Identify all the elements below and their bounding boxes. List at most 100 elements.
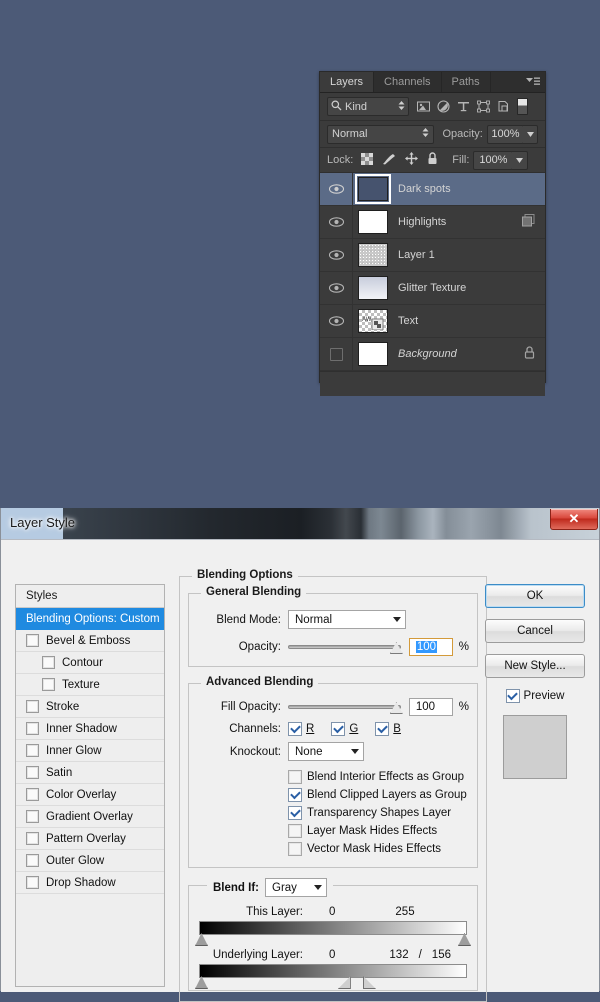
page-title: Layer Style (10, 515, 76, 530)
ok-button-label: OK (526, 590, 544, 602)
panel-menu-icon[interactable] (526, 76, 540, 88)
style-checkbox[interactable] (42, 656, 55, 669)
chevron-down-icon (314, 885, 322, 890)
lock-image-icon[interactable] (382, 153, 396, 168)
style-item-color-overlay[interactable]: Color Overlay (16, 784, 164, 806)
style-item-drop-shadow[interactable]: Drop Shadow (16, 872, 164, 894)
transparency-shapes-layer-checkbox[interactable] (288, 806, 302, 820)
vector-mask-hides-effects-checkbox[interactable] (288, 842, 302, 856)
layer-visibility-toggle[interactable] (320, 239, 353, 271)
tab-paths[interactable]: Paths (442, 72, 491, 92)
style-checkbox[interactable] (26, 876, 39, 889)
opacity-value[interactable]: 100% (486, 124, 525, 144)
blend-clipped-layers-checkbox[interactable] (288, 788, 302, 802)
opacity-input[interactable]: 100 (408, 638, 453, 656)
vector-mask-hides-effects-row[interactable]: Vector Mask Hides Effects (288, 841, 469, 857)
stepper-icon[interactable] (422, 127, 429, 141)
transparency-shapes-layer-row[interactable]: Transparency Shapes Layer (288, 805, 469, 821)
channel-r-checkbox[interactable] (288, 722, 302, 736)
layer-visibility-toggle[interactable] (320, 305, 353, 337)
style-checkbox[interactable] (26, 832, 39, 845)
style-checkbox[interactable] (42, 678, 55, 691)
table-row[interactable]: Layer 1 (320, 239, 545, 272)
layer-mask-hides-effects-row[interactable]: Layer Mask Hides Effects (288, 823, 469, 839)
layer-thumbnail-cell[interactable] (353, 342, 393, 366)
style-checkbox[interactable] (26, 722, 39, 735)
style-checkbox[interactable] (26, 788, 39, 801)
this-layer-high-value: 255 (395, 906, 415, 918)
style-item-inner-shadow[interactable]: Inner Shadow (16, 718, 164, 740)
style-label: Blending Options: Custom (26, 612, 160, 625)
table-row[interactable]: Dark spots (320, 173, 545, 206)
knockout-select[interactable]: None (288, 742, 364, 761)
style-checkbox[interactable] (26, 634, 39, 647)
blend-if-channel-select[interactable]: Gray (265, 878, 327, 897)
adjustment-filter-icon[interactable] (437, 100, 450, 113)
shape-filter-icon[interactable] (477, 100, 490, 113)
style-item-bevel-emboss[interactable]: Bevel & Emboss (16, 630, 164, 652)
layer-visibility-toggle[interactable] (320, 272, 353, 304)
blend-mode-select[interactable]: Normal (327, 124, 435, 144)
filter-toggle-switch[interactable] (517, 98, 528, 115)
text-filter-icon[interactable] (457, 100, 470, 113)
layer-visibility-toggle[interactable] (320, 173, 353, 205)
transparency-shapes-layer-label: Transparency Shapes Layer (307, 807, 452, 819)
layer-visibility-toggle[interactable] (320, 338, 353, 370)
table-row[interactable]: AW Text (320, 305, 545, 338)
style-item-blending-options[interactable]: Blending Options: Custom (16, 608, 164, 630)
table-row[interactable]: Background (320, 338, 545, 371)
tab-layers[interactable]: Layers (320, 72, 375, 92)
style-checkbox[interactable] (26, 700, 39, 713)
close-icon[interactable]: ✕ (550, 509, 598, 530)
tab-channels[interactable]: Channels (374, 72, 442, 92)
style-item-gradient-overlay[interactable]: Gradient Overlay (16, 806, 164, 828)
style-checkbox[interactable] (26, 766, 39, 779)
fill-dropdown-arrow[interactable] (512, 150, 529, 170)
layer-thumbnail-cell[interactable]: AW (353, 309, 393, 333)
blend-interior-effects-row[interactable]: Blend Interior Effects as Group (288, 769, 469, 785)
blend-interior-effects-checkbox[interactable] (288, 770, 302, 784)
layer-thumbnail-cell[interactable] (353, 174, 393, 204)
layer-visibility-toggle[interactable] (320, 206, 353, 238)
smart-object-filter-icon[interactable] (497, 100, 510, 113)
fill-opacity-slider[interactable] (287, 700, 403, 714)
lock-transparency-icon[interactable] (361, 152, 374, 168)
stepper-icon[interactable] (398, 100, 405, 114)
new-style-button[interactable]: New Style... (485, 654, 585, 678)
image-filter-icon[interactable] (417, 100, 430, 113)
style-item-contour[interactable]: Contour (16, 652, 164, 674)
fill-opacity-input[interactable]: 100 (408, 698, 453, 716)
style-item-inner-glow[interactable]: Inner Glow (16, 740, 164, 762)
cancel-button[interactable]: Cancel (485, 619, 585, 643)
blend-clipped-layers-row[interactable]: Blend Clipped Layers as Group (288, 787, 469, 803)
preview-toggle-row[interactable]: Preview (485, 689, 585, 703)
style-item-texture[interactable]: Texture (16, 674, 164, 696)
this-layer-slider[interactable] (195, 921, 471, 946)
style-checkbox[interactable] (26, 810, 39, 823)
layer-thumbnail-cell[interactable] (353, 210, 393, 234)
style-item-outer-glow[interactable]: Outer Glow (16, 850, 164, 872)
channel-g-checkbox[interactable] (331, 722, 346, 736)
blend-mode-select[interactable]: Normal (288, 610, 406, 629)
layer-mask-hides-effects-checkbox[interactable] (288, 824, 302, 838)
opacity-dropdown-arrow[interactable] (523, 124, 538, 144)
layer-thumbnail-cell[interactable] (353, 243, 393, 267)
style-item-pattern-overlay[interactable]: Pattern Overlay (16, 828, 164, 850)
dialog-title-bar[interactable]: Layer Style ✕ (1, 508, 599, 540)
style-checkbox[interactable] (26, 744, 39, 757)
table-row[interactable]: Highlights (320, 206, 545, 239)
lock-all-icon[interactable] (427, 152, 438, 168)
table-row[interactable]: Glitter Texture (320, 272, 545, 305)
preview-checkbox[interactable] (505, 689, 520, 703)
ok-button[interactable]: OK (485, 584, 585, 608)
opacity-slider[interactable] (287, 640, 403, 654)
channel-b-checkbox[interactable] (375, 722, 390, 736)
layer-thumbnail-cell[interactable] (353, 276, 393, 300)
fill-value[interactable]: 100% (473, 150, 514, 170)
style-checkbox[interactable] (26, 854, 39, 867)
filter-kind-select[interactable]: Kind (327, 97, 409, 116)
underlying-layer-slider[interactable] (195, 964, 467, 989)
lock-position-icon[interactable] (405, 152, 419, 168)
style-item-stroke[interactable]: Stroke (16, 696, 164, 718)
style-item-satin[interactable]: Satin (16, 762, 164, 784)
